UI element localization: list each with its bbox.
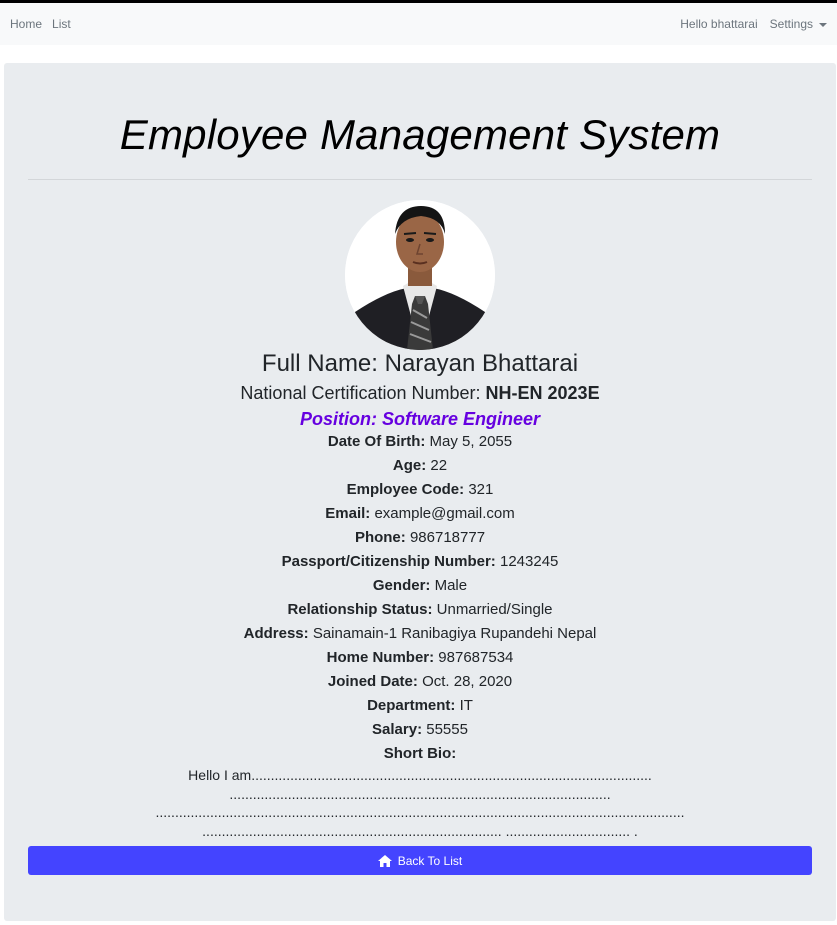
cert-value: NH-EN 2023E bbox=[485, 383, 600, 403]
nav-home-link[interactable]: Home bbox=[10, 17, 42, 31]
divider bbox=[28, 179, 812, 180]
detail-value: 986718777 bbox=[409, 529, 486, 546]
avatar-wrap bbox=[28, 200, 812, 350]
settings-label: Settings bbox=[769, 17, 813, 31]
detail-value: IT bbox=[459, 697, 473, 714]
detail-label: Home Number: bbox=[326, 649, 435, 666]
detail-age: Age: 22 bbox=[28, 454, 812, 478]
detail-label: Gender: bbox=[372, 577, 431, 594]
detail-label: Passport/Citizenship Number: bbox=[281, 553, 496, 570]
avatar-photo bbox=[345, 200, 495, 350]
detail-label: Age: bbox=[392, 457, 427, 474]
detail-joined-date: Joined Date: Oct. 28, 2020 bbox=[28, 670, 812, 694]
detail-relationship: Relationship Status: Unmarried/Single bbox=[28, 598, 812, 622]
detail-salary: Salary: 55555 bbox=[28, 718, 812, 742]
back-to-list-label: Back To List bbox=[397, 853, 463, 868]
home-icon bbox=[377, 854, 392, 867]
detail-label: Relationship Status: bbox=[287, 601, 433, 618]
detail-label: Employee Code: bbox=[346, 481, 465, 498]
certification-number: National Certification Number: NH-EN 202… bbox=[28, 382, 812, 404]
profile-panel: Employee Management System Full Name: Na… bbox=[4, 63, 836, 921]
user-greeting-link[interactable]: Hello bhattarai bbox=[680, 17, 757, 31]
detail-label: Date Of Birth: bbox=[327, 433, 426, 450]
nav-list-link[interactable]: List bbox=[52, 17, 71, 31]
detail-label: Salary: bbox=[372, 721, 423, 738]
detail-value: Male bbox=[434, 577, 468, 594]
detail-phone: Phone: 986718777 bbox=[28, 526, 812, 550]
page-title: Employee Management System bbox=[119, 111, 721, 158]
detail-value: 22 bbox=[430, 457, 448, 474]
details-list: Date Of Birth: May 5, 2055 Age: 22 Emplo… bbox=[28, 430, 812, 766]
detail-label: Address: bbox=[243, 625, 309, 642]
detail-value: Sainamain-1 Ranibagiya Rupandehi Nepal bbox=[312, 625, 597, 642]
detail-value: Unmarried/Single bbox=[436, 601, 553, 618]
bio-line: ........................................… bbox=[229, 785, 611, 802]
detail-label: Phone: bbox=[354, 529, 406, 546]
avatar bbox=[345, 200, 495, 350]
detail-label: Email: bbox=[325, 505, 371, 522]
detail-value: 1243245 bbox=[499, 553, 559, 570]
back-to-list-button[interactable]: Back To List bbox=[28, 846, 812, 875]
position: Position: Software Engineer bbox=[299, 409, 541, 429]
settings-dropdown[interactable]: Settings bbox=[770, 17, 827, 31]
full-name: Full Name: Narayan Bhattarai bbox=[261, 350, 579, 377]
detail-short-bio: Short Bio: bbox=[28, 742, 812, 766]
detail-passport: Passport/Citizenship Number: 1243245 bbox=[28, 550, 812, 574]
nav-left: Home List bbox=[10, 17, 81, 31]
detail-label: Short Bio: bbox=[383, 745, 457, 762]
detail-home-number: Home Number: 987687534 bbox=[28, 646, 812, 670]
detail-employee-code: Employee Code: 321 bbox=[28, 478, 812, 502]
detail-email: Email: example@gmail.com bbox=[28, 502, 812, 526]
cert-label: National Certification Number: bbox=[240, 383, 486, 403]
detail-address: Address: Sainamain-1 Ranibagiya Rupandeh… bbox=[28, 622, 812, 646]
detail-value: Oct. 28, 2020 bbox=[422, 673, 513, 690]
detail-value: example@gmail.com bbox=[374, 505, 515, 522]
detail-dob: Date Of Birth: May 5, 2055 bbox=[28, 430, 812, 454]
detail-label: Joined Date: bbox=[327, 673, 418, 690]
detail-gender: Gender: Male bbox=[28, 574, 812, 598]
detail-value: 321 bbox=[468, 481, 494, 498]
detail-value: May 5, 2055 bbox=[429, 433, 513, 450]
nav-right: Hello bhattarai Settings bbox=[668, 17, 827, 31]
bio-line: ........................................… bbox=[202, 822, 638, 839]
detail-value: 55555 bbox=[426, 721, 468, 738]
detail-label: Department: bbox=[367, 697, 456, 714]
bio-text: Hello I am..............................… bbox=[28, 766, 812, 840]
detail-department: Department: IT bbox=[28, 694, 812, 718]
chevron-down-icon bbox=[819, 22, 827, 27]
detail-value: 987687534 bbox=[438, 649, 514, 666]
navbar: Home List Hello bhattarai Settings bbox=[0, 3, 837, 45]
bio-line: ........................................… bbox=[155, 804, 685, 820]
bio-line: Hello I am..............................… bbox=[188, 767, 652, 783]
